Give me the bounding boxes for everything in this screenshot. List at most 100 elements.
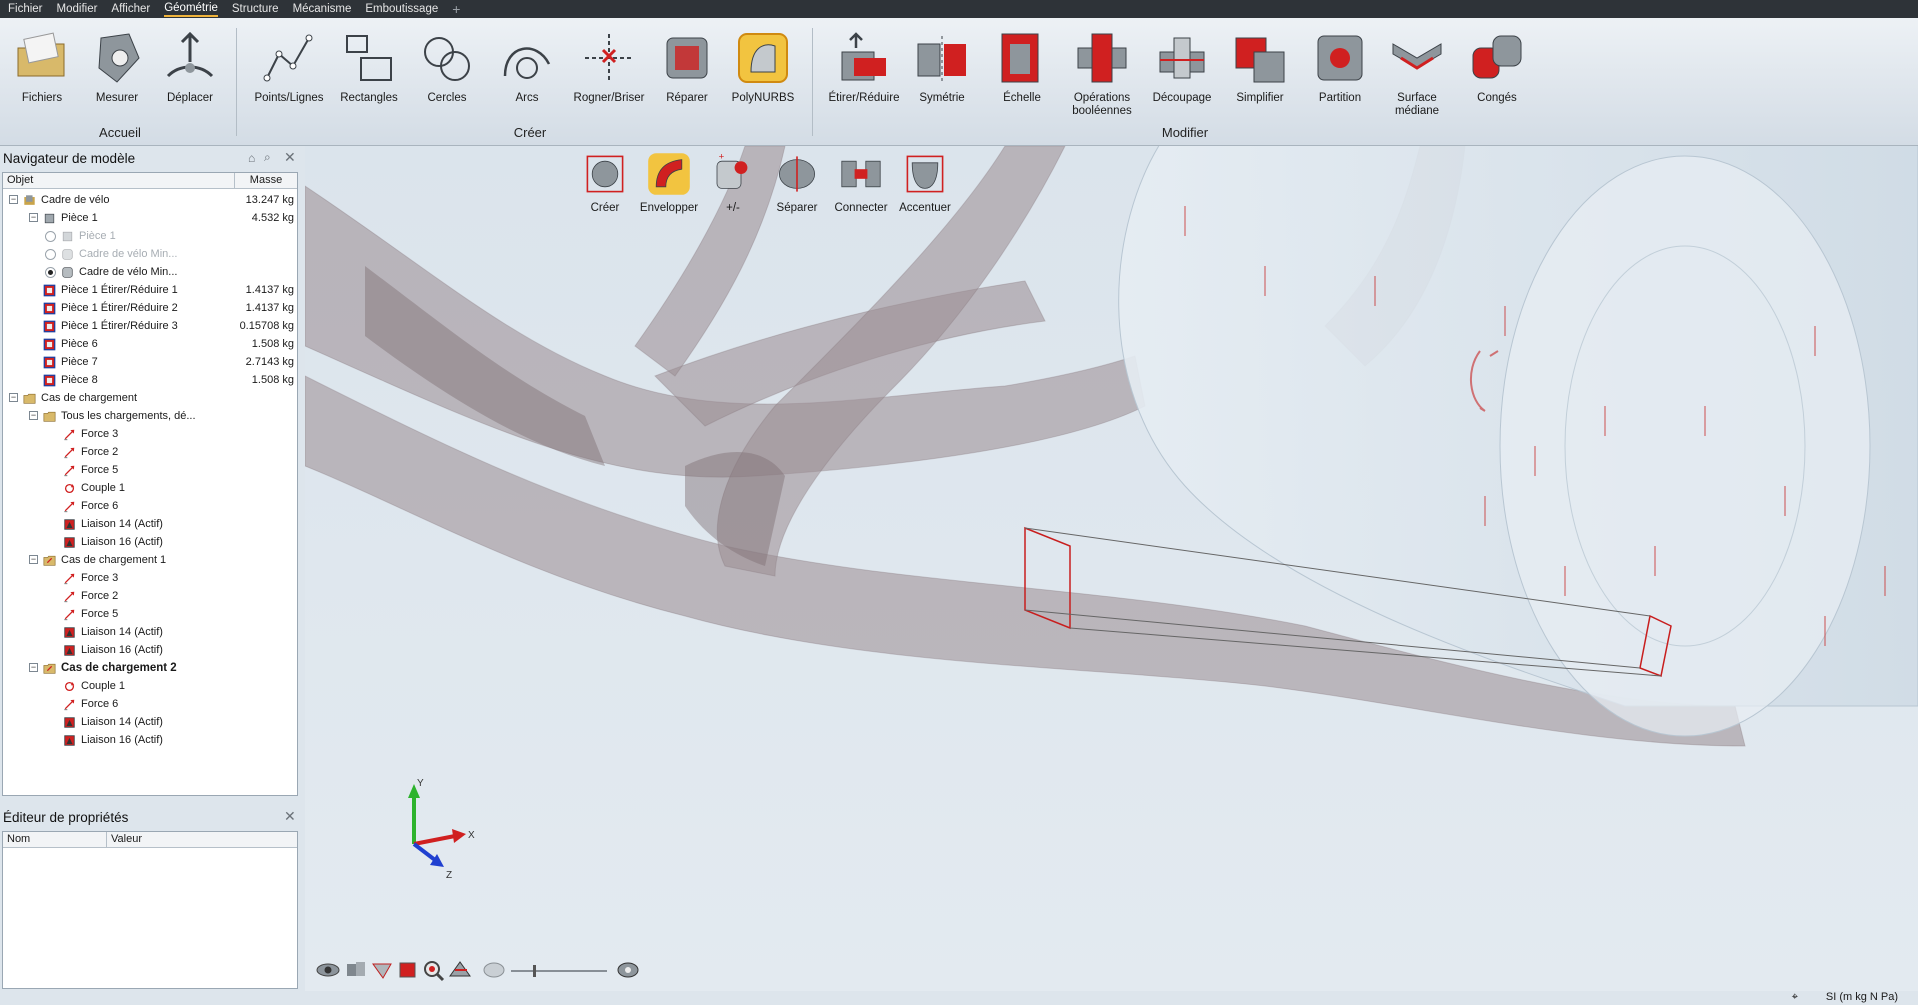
ribbon-tool[interactable]: Découpage [1140, 28, 1224, 105]
tree-row[interactable]: Force 3 [3, 569, 297, 587]
tree-row[interactable]: Liaison 14 (Actif) [3, 515, 297, 533]
column-header-name[interactable]: Nom [3, 832, 107, 847]
radio-button[interactable] [45, 231, 56, 242]
menu-tab[interactable]: Fichier [8, 3, 43, 15]
tree-row[interactable]: Liaison 16 (Actif) [3, 533, 297, 551]
ribbon-tool[interactable]: Rectangles [327, 28, 411, 105]
menu-tab[interactable]: Modifier [57, 3, 98, 15]
ribbon-tool-label: Réparer [666, 92, 708, 104]
tree-row[interactable]: Liaison 16 (Actif) [3, 641, 297, 659]
tree-row[interactable]: Liaison 16 (Actif) [3, 731, 297, 749]
zoom-icon[interactable] [421, 958, 447, 982]
ribbon-tool[interactable]: Mesurer [75, 28, 159, 105]
radio-button[interactable] [45, 267, 56, 278]
tree-row[interactable]: Force 6 [3, 695, 297, 713]
column-header-mass[interactable]: Masse [235, 173, 297, 188]
collapse-toggle-icon[interactable]: − [9, 195, 18, 204]
tree-row[interactable]: Force 2 [3, 587, 297, 605]
collapse-toggle-icon[interactable]: − [29, 411, 38, 420]
view-settings-icon[interactable] [615, 958, 641, 982]
status-bar: ⌖ SI (m kg N Pa) [0, 991, 1918, 1005]
menu-tab[interactable]: Mécanisme [293, 3, 352, 15]
ribbon-tool[interactable]: Congés [1455, 28, 1539, 105]
tree-row[interactable]: Force 5 [3, 605, 297, 623]
tree-row[interactable]: − Cas de chargement 2 [3, 659, 297, 677]
model-tree: Objet Masse − Cadre de vélo 13.247 kg − Pièc… [2, 172, 298, 796]
tree-row[interactable]: Force 6 [3, 497, 297, 515]
collapse-toggle-icon[interactable]: − [29, 213, 38, 222]
unit-system[interactable]: SI (m kg N Pa) [1826, 991, 1898, 1003]
tree-row[interactable]: Force 2 [3, 443, 297, 461]
ribbon-tool[interactable]: Arcs [485, 28, 569, 105]
ribbon-tool[interactable]: Déplacer [148, 28, 232, 105]
tree-row[interactable]: Pièce 6 1.508 kg [3, 335, 297, 353]
tree-row[interactable]: Pièce 1 Étirer/Réduire 1 1.4137 kg [3, 281, 297, 299]
pin-icon[interactable]: ⌂ [248, 151, 255, 165]
collapse-toggle-icon[interactable]: − [9, 393, 18, 402]
tree-row[interactable]: − Tous les chargements, dé... [3, 407, 297, 425]
tree-row[interactable]: Pièce 7 2.7143 kg [3, 353, 297, 371]
ribbon-tool[interactable]: Simplifier [1218, 28, 1302, 105]
model-view[interactable] [305, 146, 1918, 991]
view-parts-icon[interactable] [343, 958, 369, 982]
polynurbs-tool[interactable]: Créer [573, 150, 637, 215]
add-tab-icon[interactable]: + [452, 1, 460, 17]
ribbon-tool[interactable]: Rogner/Briser [567, 28, 651, 105]
eye-icon[interactable] [315, 958, 341, 982]
ribbon-tool[interactable]: Partition [1298, 28, 1382, 105]
tree-row[interactable]: − Cadre de vélo 13.247 kg [3, 191, 297, 209]
polynurbs-tool-label: Séparer [776, 202, 818, 214]
section-icon[interactable] [447, 958, 473, 982]
menu-tab[interactable]: Structure [232, 3, 279, 15]
ribbon-tool[interactable]: Réparer [645, 28, 729, 105]
polynurbs-tool[interactable]: Accentuer [893, 150, 957, 215]
tree-row[interactable]: Pièce 1 Étirer/Réduire 2 1.4137 kg [3, 299, 297, 317]
collapse-toggle-icon[interactable]: − [29, 555, 38, 564]
search-icon[interactable]: ⌕ [264, 150, 271, 165]
tree-row[interactable]: Pièce 8 1.508 kg [3, 371, 297, 389]
crosshair-icon[interactable]: ⌖ [1792, 991, 1798, 1004]
transparency-slider[interactable] [511, 964, 607, 978]
ribbon-tool[interactable]: PolyNURBS [721, 28, 805, 105]
tree-row[interactable]: − Pièce 1 4.532 kg [3, 209, 297, 227]
menu-tab[interactable]: Géométrie [164, 2, 218, 17]
ribbon-tool[interactable]: Points/Lignes [247, 28, 331, 105]
tree-row[interactable]: Couple 1 [3, 479, 297, 497]
tree-row[interactable]: Cadre de vélo Min... [3, 263, 297, 281]
tree-row[interactable]: Couple 1 [3, 677, 297, 695]
polynurbs-tool[interactable]: Envelopper [637, 150, 701, 215]
ribbon-tool[interactable]: Cercles [405, 28, 489, 105]
column-header-value[interactable]: Valeur [107, 832, 297, 847]
tree-row[interactable]: − Cas de chargement 1 [3, 551, 297, 569]
menu-tab[interactable]: Afficher [111, 3, 150, 15]
polynurbs-tool[interactable]: Séparer [765, 150, 829, 215]
ribbon-tool[interactable]: Surface médiane [1375, 28, 1459, 118]
tree-row[interactable]: Pièce 1 [3, 227, 297, 245]
ribbon-group-title-modifier: Modifier [1161, 125, 1209, 140]
loads-icon[interactable] [369, 958, 395, 982]
tree-row[interactable]: Force 5 [3, 461, 297, 479]
3d-viewport[interactable]: Créer Envelopper + +/- Séparer Connecter Accen… [305, 146, 1918, 991]
tree-row[interactable]: Liaison 14 (Actif) [3, 623, 297, 641]
menu-tab[interactable]: Emboutissage [365, 3, 438, 15]
ribbon-tool[interactable]: Fichiers [0, 28, 84, 105]
collapse-toggle-icon[interactable]: − [29, 663, 38, 672]
close-icon[interactable]: ✕ [284, 808, 296, 825]
move-icon [166, 31, 214, 78]
tree-row[interactable]: Liaison 14 (Actif) [3, 713, 297, 731]
ribbon-tool[interactable]: Symétrie [900, 28, 984, 105]
ribbon-tool[interactable]: Opérations booléennes [1060, 28, 1144, 118]
tree-row[interactable]: Cadre de vélo Min... [3, 245, 297, 263]
radio-button[interactable] [45, 249, 56, 260]
ribbon-tool[interactable]: Étirer/Réduire [822, 28, 906, 105]
transparency-icon[interactable] [481, 958, 507, 982]
tree-row[interactable]: Force 3 [3, 425, 297, 443]
column-header-object[interactable]: Objet [3, 173, 235, 188]
polynurbs-tool[interactable]: Connecter [829, 150, 893, 215]
polynurbs-tool[interactable]: + +/- [701, 150, 765, 215]
select-box-icon[interactable] [395, 958, 421, 982]
tree-row[interactable]: Pièce 1 Étirer/Réduire 3 0.15708 kg [3, 317, 297, 335]
ribbon-tool[interactable]: Échelle [980, 28, 1064, 105]
tree-row[interactable]: − Cas de chargement [3, 389, 297, 407]
close-icon[interactable]: ✕ [284, 149, 296, 166]
